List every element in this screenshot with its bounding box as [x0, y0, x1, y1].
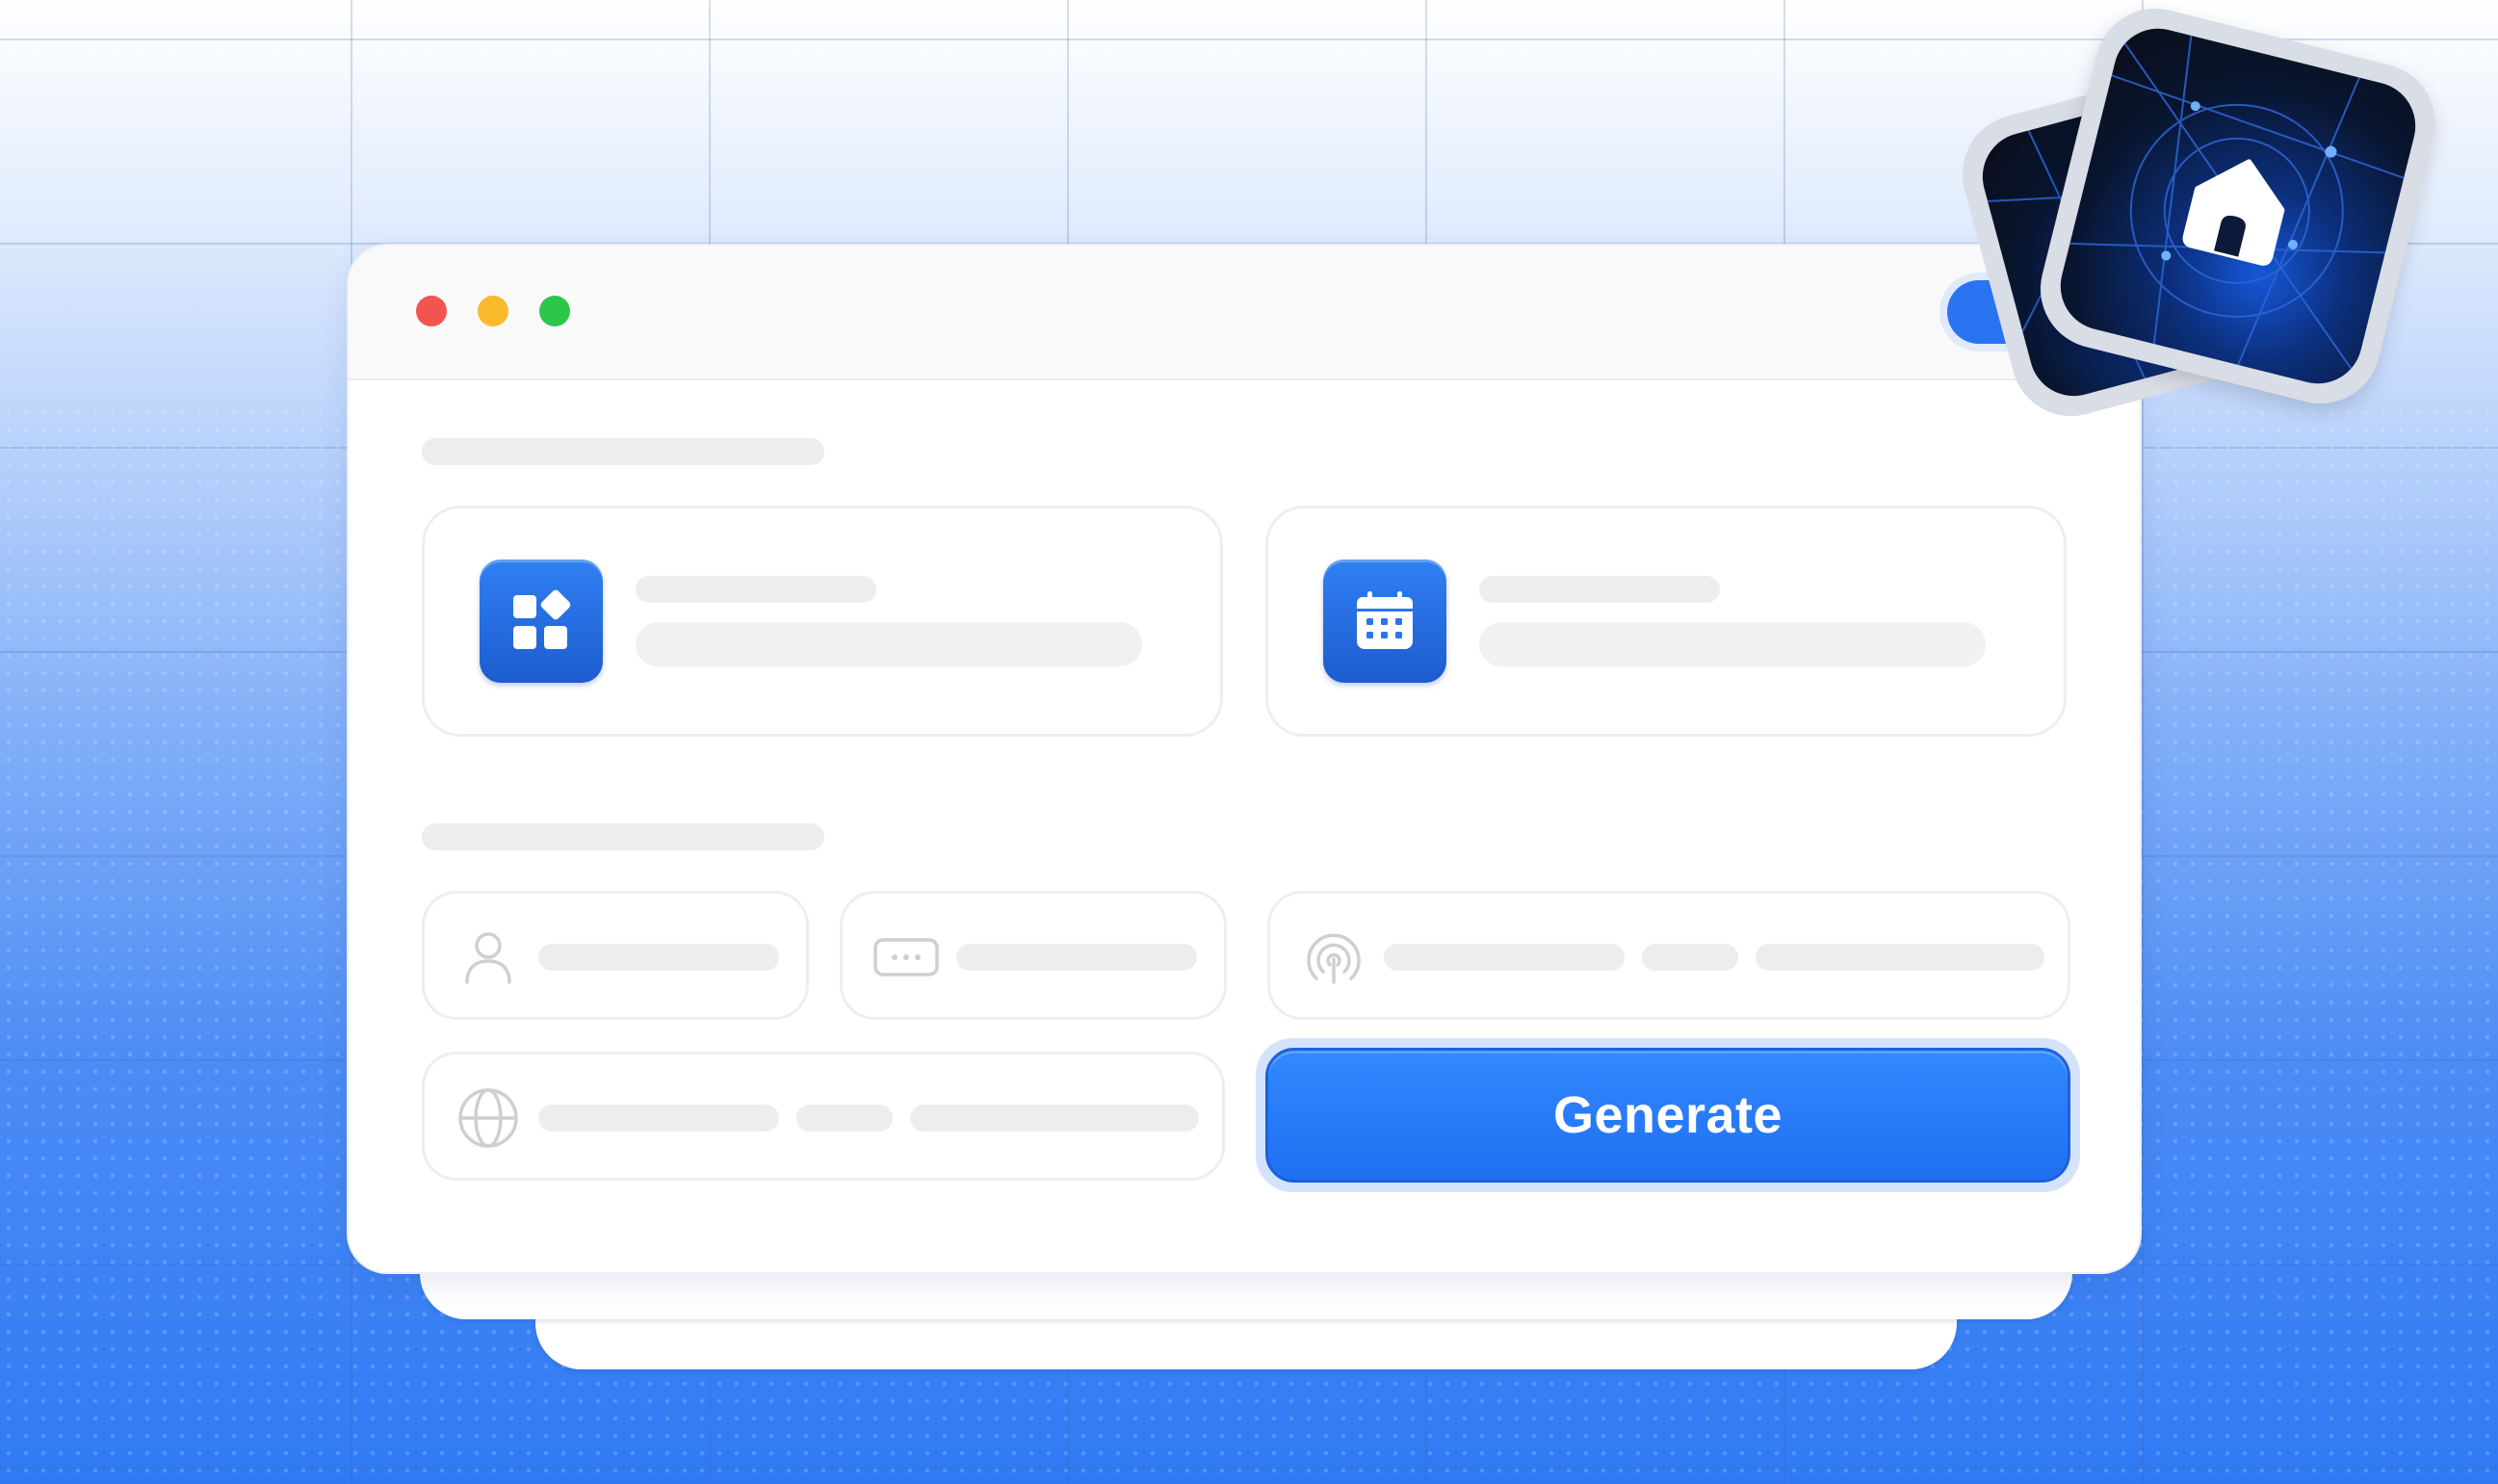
- generate-button-label: Generate: [1552, 1086, 1783, 1144]
- app-card[interactable]: [422, 506, 1223, 737]
- generate-button[interactable]: Generate: [1265, 1048, 2070, 1183]
- section-heading-placeholder: [422, 823, 824, 850]
- field-placeholder: [538, 1105, 779, 1132]
- username-field[interactable]: [422, 891, 809, 1020]
- app-grid-icon: [480, 560, 603, 683]
- network-field[interactable]: [1267, 891, 2070, 1020]
- calendar-icon: [1323, 560, 1446, 683]
- field-placeholder: [956, 944, 1197, 971]
- password-dots-icon: [873, 938, 939, 976]
- field-placeholder: [1642, 944, 1738, 971]
- close-button[interactable]: [416, 296, 447, 326]
- card-subtitle-placeholder: [1479, 622, 1986, 666]
- card-title-placeholder: [1479, 576, 1720, 603]
- title-bar: [349, 246, 2140, 380]
- minimize-button[interactable]: [478, 296, 508, 326]
- password-field[interactable]: [840, 891, 1227, 1020]
- card-subtitle-placeholder: [636, 622, 1142, 666]
- section-heading-placeholder: [422, 438, 824, 465]
- field-placeholder: [910, 1105, 1199, 1132]
- calendar-card[interactable]: [1265, 506, 2067, 737]
- field-placeholder: [796, 1105, 893, 1132]
- card-title-placeholder: [636, 576, 876, 603]
- maximize-button[interactable]: [539, 296, 570, 326]
- globe-icon: [458, 1088, 518, 1148]
- field-placeholder: [1756, 944, 2044, 971]
- user-icon: [465, 932, 511, 984]
- domain-field[interactable]: [422, 1052, 1225, 1181]
- field-placeholder: [1384, 944, 1625, 971]
- airdrop-signal-icon: [1307, 933, 1361, 984]
- field-placeholder: [538, 944, 779, 971]
